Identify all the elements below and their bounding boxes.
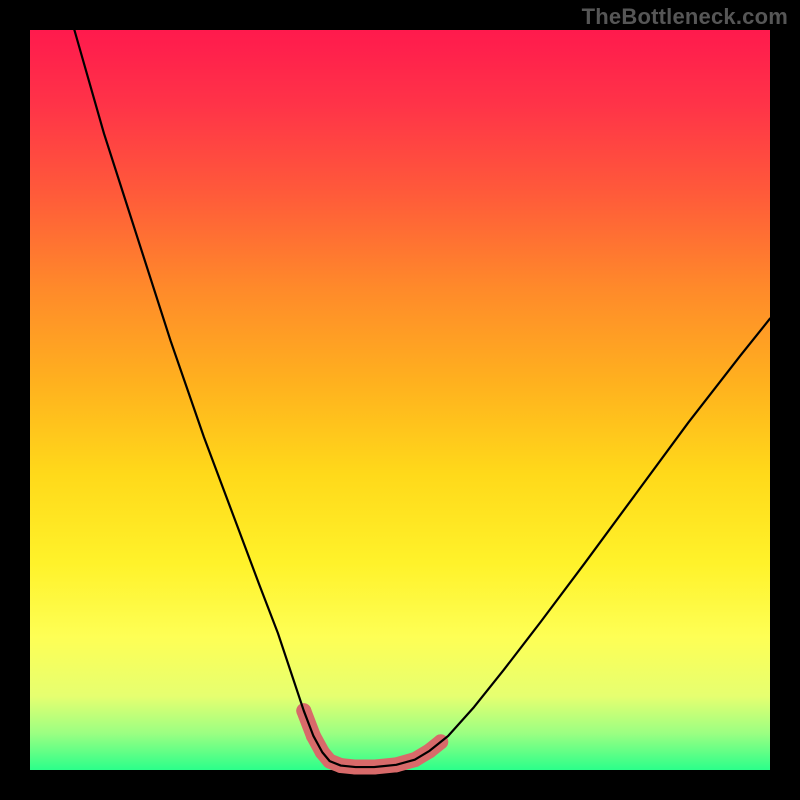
watermark-text: TheBottleneck.com [582,4,788,30]
plot-background [30,30,770,770]
chart-frame: TheBottleneck.com [0,0,800,800]
bottleneck-curve-chart [0,0,800,800]
